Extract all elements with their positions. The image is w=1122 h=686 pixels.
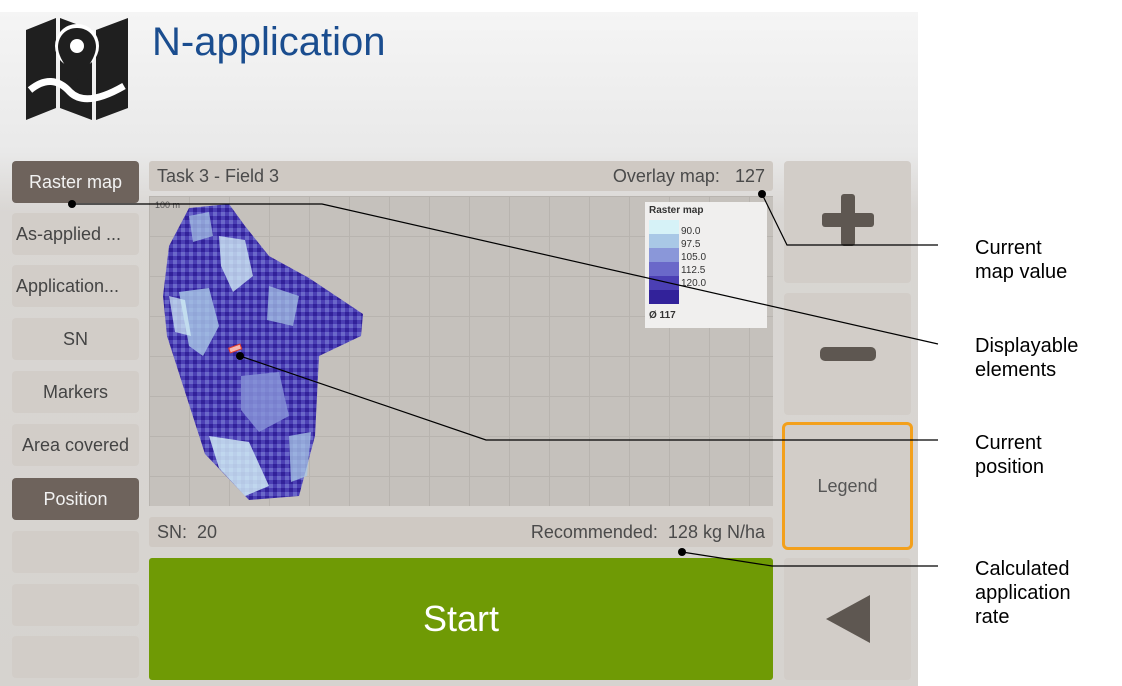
callout-current-position: Current position [975,432,1044,478]
callout-calculated-rate: Calculated application rate [975,558,1071,628]
callout-current-map-value: Current map value [975,237,1068,283]
callout-lines [68,190,939,567]
callout-displayable-elements: Displayable elements [975,335,1079,381]
